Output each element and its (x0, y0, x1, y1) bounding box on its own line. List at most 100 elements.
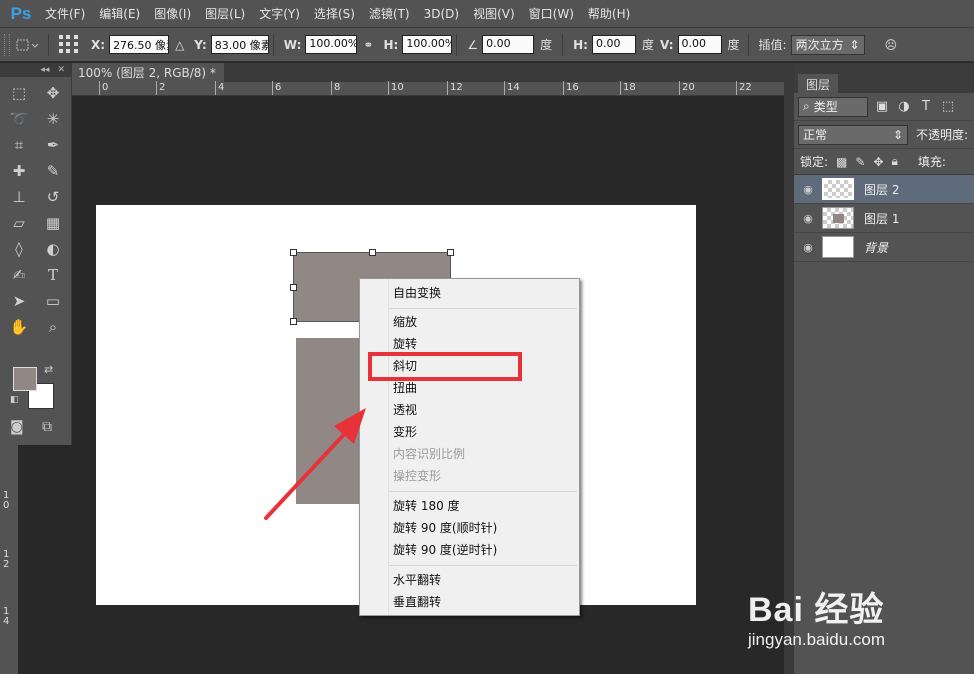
reference-point-icon[interactable] (59, 34, 79, 55)
ruler-label: 1 2 (3, 549, 10, 570)
adjustment-filter-icon[interactable]: ◑ (896, 99, 912, 114)
layer-filter-select[interactable]: ⌕ 类型 (798, 96, 868, 117)
ruler-label: 10 (391, 82, 404, 93)
layer-row[interactable]: ◉ 图层 1 (794, 204, 974, 233)
marquee-tool-icon[interactable]: ⬚ (2, 81, 36, 104)
eraser-icon[interactable]: ▱ (2, 211, 36, 234)
lock-position-icon[interactable]: ✥ (873, 155, 883, 169)
zoom-tool-icon[interactable]: ⌕ (36, 315, 70, 338)
hand-tool-icon[interactable]: ✋ (2, 315, 36, 338)
separator (456, 33, 458, 56)
layer-row[interactable]: ◉ 背景 (794, 233, 974, 262)
crop-tool-icon[interactable]: ⌗ (2, 133, 36, 156)
menu-warp[interactable]: 变形 (393, 422, 417, 442)
tab-layers[interactable]: 图层 (798, 74, 839, 93)
pen-tool-icon[interactable]: ✍ (2, 263, 36, 286)
shape-tool-icon[interactable]: ▭ (36, 289, 70, 312)
menu-view[interactable]: 视图(V) (466, 5, 522, 22)
ruler-label: 1 4 (3, 606, 10, 627)
type-filter-icon[interactable]: T (918, 99, 934, 114)
move-tool-icon[interactable]: ✥ (36, 81, 70, 104)
warp-mode-icon[interactable]: ☹ (885, 38, 898, 52)
x-field[interactable]: 276.50 像素 (109, 35, 170, 54)
layer-name: 图层 2 (864, 182, 900, 197)
transform-handle-tr[interactable] (447, 249, 454, 256)
dodge-tool-icon[interactable]: ◐ (36, 237, 70, 260)
menu-type[interactable]: 文字(Y) (252, 5, 307, 22)
screen-mode-icon[interactable]: ⧉ (42, 419, 52, 435)
annotation-highlight-box (368, 352, 522, 381)
image-filter-icon[interactable]: ▣ (874, 99, 890, 114)
transform-tool-preset-icon[interactable] (10, 34, 44, 56)
y-field[interactable]: 83.00 像素 (210, 35, 269, 54)
menu-file[interactable]: 文件(F) (38, 5, 92, 22)
collapse-icon[interactable]: ◂◂ (40, 65, 49, 75)
separator (747, 33, 749, 56)
clone-stamp-icon[interactable]: ⊥ (2, 185, 36, 208)
quick-mask-icon[interactable]: ◙ (10, 419, 24, 435)
menu-select[interactable]: 选择(S) (307, 5, 362, 22)
magic-wand-icon[interactable]: ✳ (36, 107, 70, 130)
gradient-icon[interactable]: ▦ (36, 211, 70, 234)
rotate-angle-field[interactable]: 0.00 (482, 35, 535, 54)
transform-handle-tm[interactable] (369, 249, 376, 256)
lock-pixels-icon[interactable]: ✎ (855, 155, 865, 169)
lasso-tool-icon[interactable]: ➰ (2, 107, 36, 130)
layer-row[interactable]: ◉ 图层 2 (794, 175, 974, 204)
healing-brush-icon[interactable]: ✚ (2, 159, 36, 182)
menu-flip-vertical[interactable]: 垂直翻转 (393, 592, 441, 612)
interpolation-select[interactable]: 两次立方 ⇕ (790, 34, 865, 55)
document-tab[interactable]: 100% (图层 2, RGB/8) * × (72, 63, 238, 82)
menu-help[interactable]: 帮助(H) (581, 5, 637, 22)
menu-free-transform[interactable]: 自由变换 (393, 283, 441, 303)
link-icon[interactable]: ⚭ (363, 38, 373, 52)
history-brush-icon[interactable]: ↺ (36, 185, 70, 208)
watermark-brand: Bai 经验 (748, 591, 885, 629)
menu-window[interactable]: 窗口(W) (522, 5, 581, 22)
menu-rotate-180[interactable]: 旋转 180 度 (393, 496, 460, 516)
tool-grid: ⬚ ✥ ➰ ✳ ⌗ ✒ ✚ ✎ ⊥ ↺ ▱ ▦ ◊ ◐ ✍ T ➤ ▭ ✋ ⌕ (0, 77, 71, 342)
transform-handle-bl[interactable] (290, 318, 297, 325)
swap-colors-icon[interactable]: ⇄ (44, 363, 53, 376)
eye-icon[interactable]: ◉ (794, 212, 822, 225)
h-skew-field[interactable]: 0.00 (591, 35, 636, 54)
eye-icon[interactable]: ◉ (794, 183, 822, 196)
menu-scale[interactable]: 缩放 (393, 312, 417, 332)
transform-context-menu: 自由变换 缩放 旋转 斜切 扭曲 透视 变形 内容识别比例 操控变形 旋转 18… (359, 278, 580, 616)
width-field[interactable]: 100.00% (305, 35, 358, 54)
relative-position-icon[interactable]: △ (175, 38, 184, 52)
close-icon[interactable]: ✕ (57, 65, 65, 75)
lock-transparency-icon[interactable]: ▩ (836, 155, 847, 169)
menu-image[interactable]: 图像(I) (147, 5, 198, 22)
blend-mode-select[interactable]: 正常 ⇕ (798, 124, 908, 145)
ruler-label: 1 0 (3, 490, 10, 511)
type-tool-icon[interactable]: T (36, 263, 70, 286)
shape-filter-icon[interactable]: ⬚ (940, 99, 956, 114)
path-select-icon[interactable]: ➤ (2, 289, 36, 312)
menu-distort[interactable]: 扭曲 (393, 378, 417, 398)
menu-layer[interactable]: 图层(L) (198, 5, 252, 22)
baidu-watermark: Bai 经验 jingyan.baidu.com (748, 576, 974, 656)
lock-all-icon[interactable]: 🔒︎ (892, 154, 898, 169)
menu-rotate-90-ccw[interactable]: 旋转 90 度(逆时针) (393, 540, 497, 560)
eye-icon[interactable]: ◉ (794, 241, 822, 254)
opacity-label: 不透明度: (916, 128, 969, 142)
menu-filter[interactable]: 滤镜(T) (362, 5, 417, 22)
brush-tool-icon[interactable]: ✎ (36, 159, 70, 182)
menu-flip-horizontal[interactable]: 水平翻转 (393, 570, 441, 590)
transform-handle-tl[interactable] (290, 249, 297, 256)
menu-rotate[interactable]: 旋转 (393, 334, 417, 354)
transform-handle-ml[interactable] (290, 284, 297, 291)
blur-tool-icon[interactable]: ◊ (2, 237, 36, 260)
default-colors-icon[interactable]: ◧ (10, 395, 19, 405)
height-field[interactable]: 100.00% (402, 35, 453, 54)
menu-3d[interactable]: 3D(D) (417, 7, 466, 21)
eyedropper-icon[interactable]: ✒ (36, 133, 70, 156)
v-skew-field[interactable]: 0.00 (677, 35, 722, 54)
menu-rotate-90-cw[interactable]: 旋转 90 度(顺时针) (393, 518, 497, 538)
foreground-color[interactable] (13, 367, 37, 391)
menu-perspective[interactable]: 透视 (393, 400, 417, 420)
layer-filter-label: 类型 (813, 100, 838, 114)
menu-edit[interactable]: 编辑(E) (92, 5, 147, 22)
ruler-label: 16 (566, 82, 579, 93)
